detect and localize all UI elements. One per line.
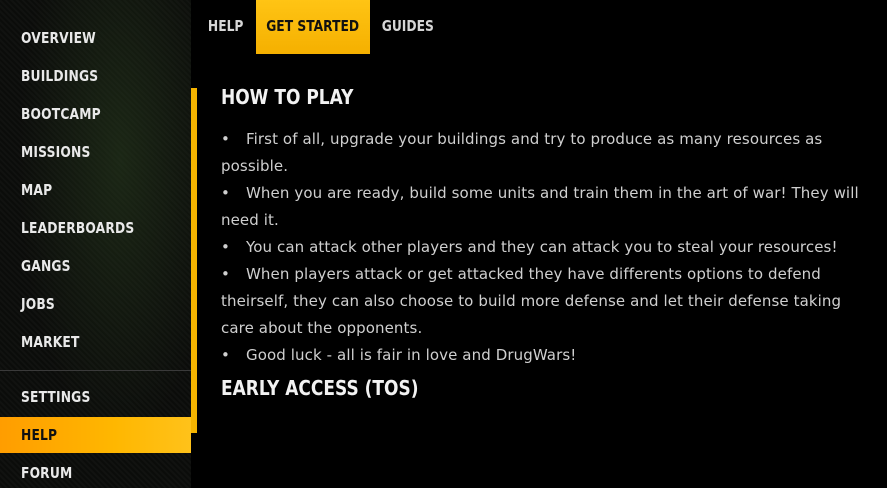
sidebar-item-forum[interactable]: FORUM — [0, 455, 191, 488]
sidebar-divider — [0, 370, 191, 371]
bullet-icon: • — [221, 238, 230, 256]
sidebar-item-label: MAP — [21, 181, 53, 199]
list-item-text: First of all, upgrade your buildings and… — [221, 130, 823, 175]
bullet-icon: • — [221, 346, 230, 364]
help-content: HOW TO PLAY • First of all, upgrade your … — [221, 80, 871, 403]
list-item: • When players attack or get attacked the… — [221, 261, 871, 342]
sidebar-item-market[interactable]: MARKET — [0, 324, 191, 360]
list-item: • When you are ready, build some units an… — [221, 180, 871, 234]
sidebar-item-label: GANGS — [21, 257, 71, 275]
sidebar-item-settings[interactable]: SETTINGS — [0, 379, 191, 415]
section-title-how-to-play: HOW TO PLAY — [221, 85, 354, 109]
sidebar-item-label: HELP — [21, 426, 58, 444]
sidebar-item-label: BOOTCAMP — [21, 105, 101, 123]
sidebar-item-missions[interactable]: MISSIONS — [0, 134, 191, 170]
bullet-icon: • — [221, 184, 230, 202]
list-item-text: When players attack or get attacked they… — [221, 265, 842, 337]
sidebar-item-label: MARKET — [21, 333, 80, 351]
sidebar-item-label: BUILDINGS — [21, 67, 99, 85]
tab-guides[interactable]: GUIDES — [372, 0, 444, 54]
sidebar: OVERVIEW BUILDINGS BOOTCAMP MISSIONS MAP… — [0, 0, 191, 488]
sidebar-item-gangs[interactable]: GANGS — [0, 248, 191, 284]
sidebar-item-bootcamp[interactable]: BOOTCAMP — [0, 96, 191, 132]
list-item: • You can attack other players and they c… — [221, 234, 871, 261]
sidebar-item-map[interactable]: MAP — [0, 172, 191, 208]
sidebar-item-label: MISSIONS — [21, 143, 91, 161]
list-item-text: When you are ready, build some units and… — [221, 184, 859, 229]
how-to-play-list: • First of all, upgrade your buildings an… — [221, 126, 871, 369]
sidebar-item-label: SETTINGS — [21, 388, 91, 406]
bullet-icon: • — [221, 265, 230, 283]
sidebar-item-label: JOBS — [21, 295, 55, 313]
tab-get-started[interactable]: GET STARTED — [256, 0, 370, 54]
list-item: • First of all, upgrade your buildings an… — [221, 126, 871, 180]
bullet-icon: • — [221, 130, 230, 148]
section-title-early-access[interactable]: EARLY ACCESS (TOS) — [221, 373, 774, 403]
tab-bar: HELP GET STARTED GUIDES — [197, 0, 887, 54]
list-item-text: You can attack other players and they ca… — [246, 238, 838, 256]
tab-label: GET STARTED — [266, 17, 360, 35]
list-item-text: Good luck - all is fair in love and Drug… — [246, 346, 577, 364]
list-item: • Good luck - all is fair in love and Dru… — [221, 342, 871, 369]
sidebar-item-overview[interactable]: OVERVIEW — [0, 20, 191, 56]
sidebar-item-label: OVERVIEW — [21, 29, 96, 47]
tab-help[interactable]: HELP — [197, 0, 255, 54]
sidebar-item-jobs[interactable]: JOBS — [0, 286, 191, 322]
tab-label: HELP — [208, 17, 244, 35]
sidebar-item-leaderboards[interactable]: LEADERBOARDS — [0, 210, 191, 246]
sidebar-item-buildings[interactable]: BUILDINGS — [0, 58, 191, 94]
sidebar-item-help[interactable]: HELP — [0, 417, 191, 453]
app-root: OVERVIEW BUILDINGS BOOTCAMP MISSIONS MAP… — [0, 0, 887, 488]
sidebar-scrollbar[interactable] — [191, 88, 197, 433]
sidebar-item-label: FORUM — [21, 464, 73, 482]
sidebar-item-label: LEADERBOARDS — [21, 219, 135, 237]
tab-label: GUIDES — [381, 17, 435, 35]
